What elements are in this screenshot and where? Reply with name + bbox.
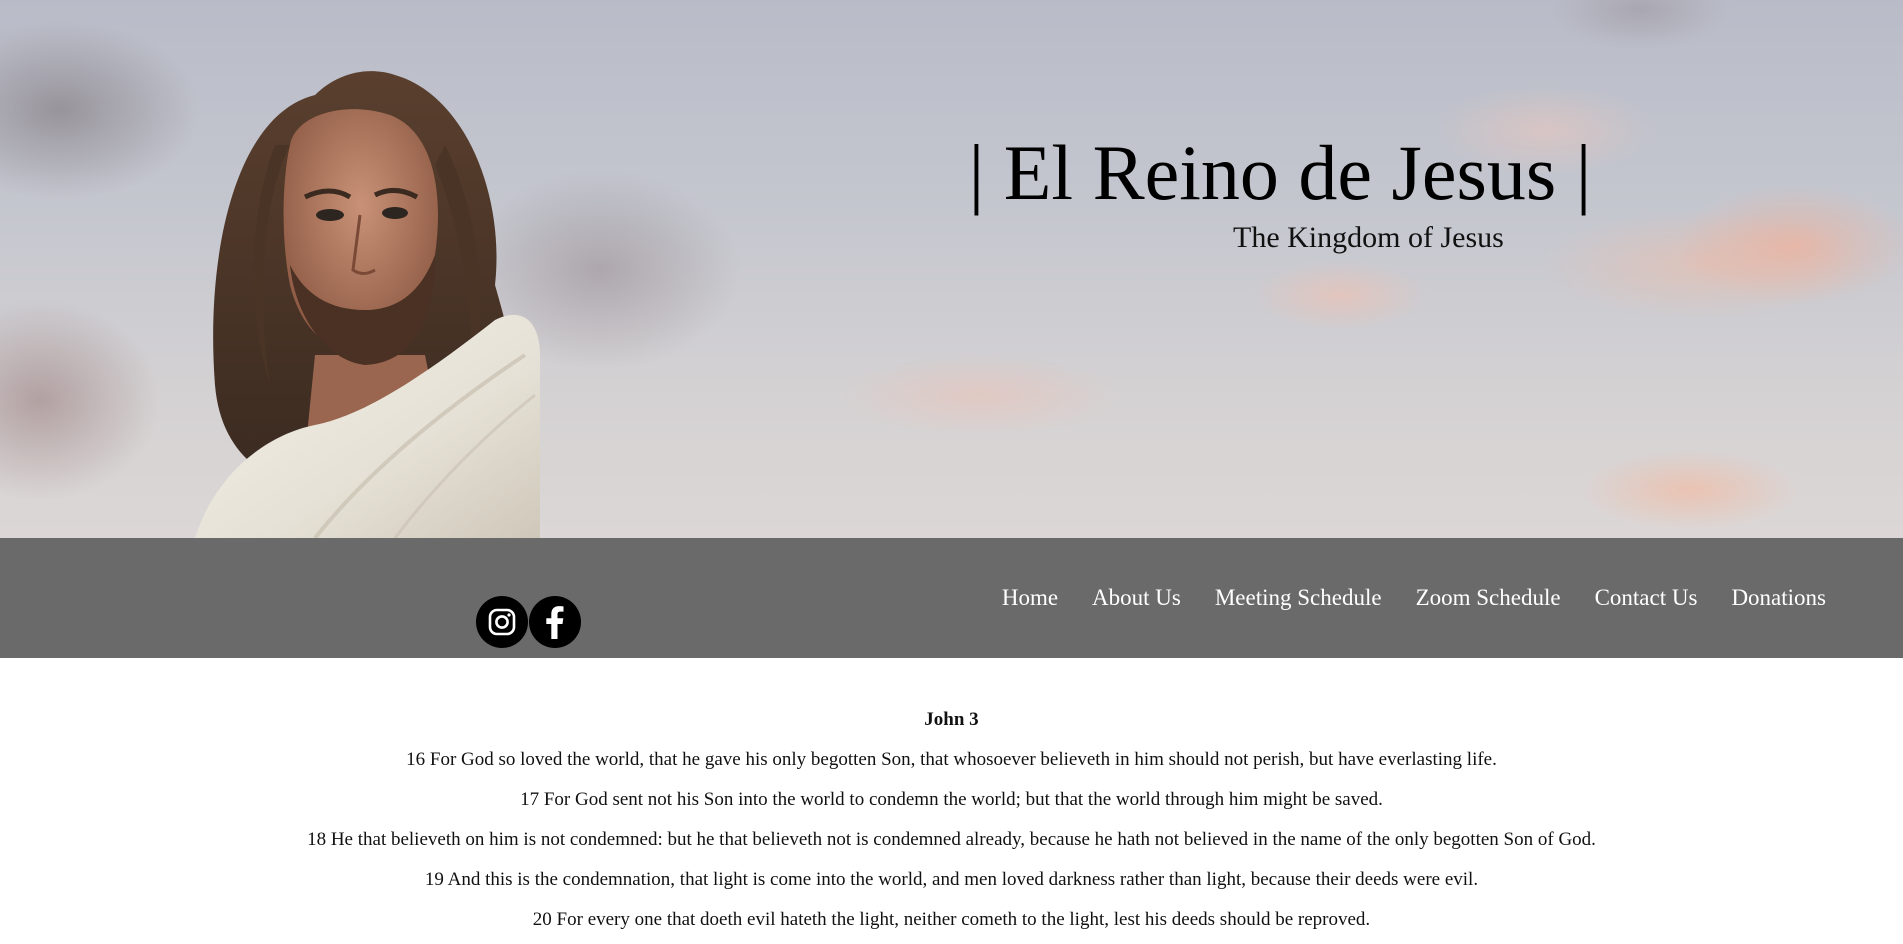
facebook-link[interactable] <box>529 596 581 648</box>
site-subtitle: The Kingdom of Jesus <box>1233 221 1504 254</box>
instagram-link[interactable] <box>476 596 528 648</box>
scripture-section: John 3 16 For God so loved the world, th… <box>0 658 1903 934</box>
nav-contact-us[interactable]: Contact Us <box>1578 584 1715 612</box>
hero-banner: | El Reino de Jesus | The Kingdom of Jes… <box>0 0 1903 538</box>
navigation-bar: Home About Us Meeting Schedule Zoom Sche… <box>0 538 1903 658</box>
verse-17: 17 For God sent not his Son into the wor… <box>520 789 1383 810</box>
instagram-icon <box>488 608 516 636</box>
title-block: | El Reino de Jesus | <box>930 125 1630 221</box>
verse-19: 19 And this is the condemnation, that li… <box>424 869 1479 890</box>
nav-meeting-schedule[interactable]: Meeting Schedule <box>1198 584 1399 612</box>
nav-zoom-schedule[interactable]: Zoom Schedule <box>1399 584 1578 612</box>
verse-20: 20 For every one that doeth evil hateth … <box>532 909 1371 930</box>
site-title: | El Reino de Jesus | <box>968 129 1592 216</box>
nav-about-us[interactable]: About Us <box>1075 584 1198 612</box>
nav-home[interactable]: Home <box>985 584 1075 612</box>
verse-16: 16 For God so loved the world, that he g… <box>406 749 1497 770</box>
verse-18: 18 He that believeth on him is not conde… <box>307 829 1596 850</box>
facebook-icon <box>546 606 564 639</box>
nav-donations[interactable]: Donations <box>1714 584 1843 612</box>
main-nav: Home About Us Meeting Schedule Zoom Sche… <box>985 584 1843 612</box>
jesus-portrait-image <box>195 71 540 538</box>
chapter-heading: John 3 <box>924 709 979 730</box>
